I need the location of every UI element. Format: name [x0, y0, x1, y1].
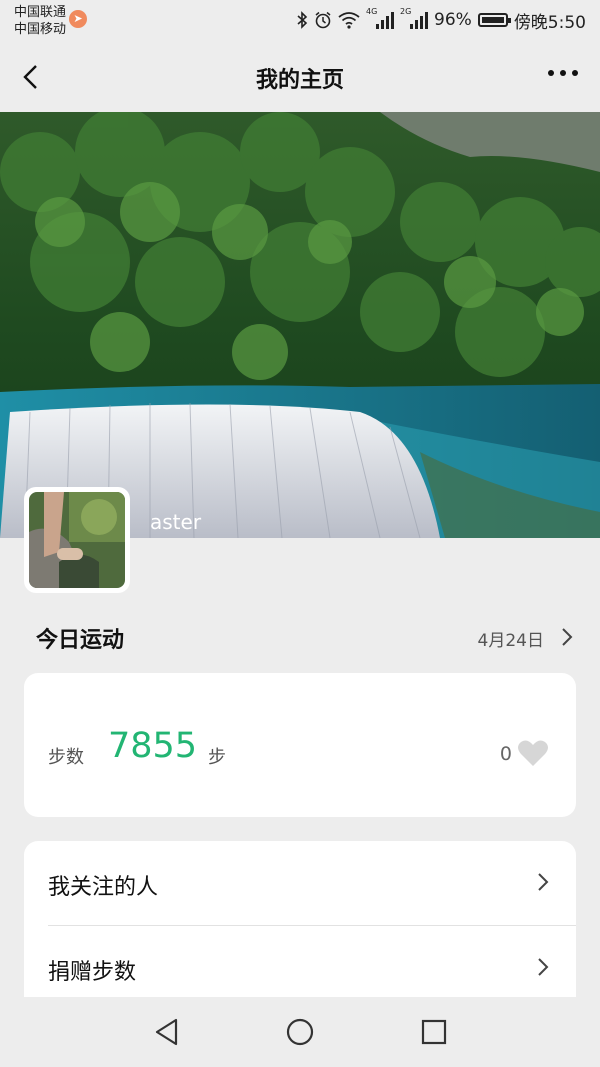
avatar-photo [29, 492, 125, 588]
more-dot-icon [548, 70, 554, 76]
signal-2g-icon: 2G [400, 7, 429, 29]
steps-label: 步数 [48, 747, 84, 768]
nav-home-button[interactable] [285, 1017, 315, 1047]
bluetooth-icon [296, 11, 308, 29]
heart-icon[interactable] [518, 739, 548, 771]
carrier-1: 中国联通 [14, 5, 67, 20]
today-exercise-header[interactable]: 今日运动 4月24日 [24, 618, 576, 658]
telegram-icon: ➤ [69, 10, 87, 28]
carrier-2: 中国移动 [14, 22, 67, 37]
signal-4g-icon: 4G [366, 7, 395, 29]
avatar[interactable] [24, 487, 130, 593]
more-dot-icon [572, 70, 578, 76]
alarm-icon [314, 11, 332, 29]
today-date: 4月24日 [477, 631, 544, 651]
nav-recents-button[interactable] [419, 1017, 449, 1047]
waterfall-photo [0, 112, 600, 538]
battery-icon [477, 13, 511, 27]
steps-unit: 步 [208, 747, 226, 768]
like-count: 0 [499, 743, 512, 765]
today-exercise-title: 今日运动 [36, 628, 125, 653]
list-item-label: 我关注的人 [48, 875, 159, 900]
status-bar: 中国联通 中国移动 ➤ 4G 2G 96% 傍晚5:50 [0, 0, 600, 44]
battery-percent: 96% [434, 10, 472, 30]
cover-image[interactable] [0, 112, 600, 538]
wifi-icon [338, 11, 360, 29]
more-dot-icon [560, 70, 566, 76]
system-nav-bar [0, 997, 600, 1067]
list-item-label: 捐赠步数 [48, 960, 137, 985]
circle-home-icon [286, 1018, 314, 1046]
chevron-right-icon [536, 871, 550, 897]
triangle-back-icon [155, 1018, 178, 1046]
clock: 傍晚5:50 [513, 12, 586, 33]
menu-list: 我关注的人 捐赠步数 [24, 841, 576, 1011]
chevron-right-icon [536, 956, 550, 982]
square-recents-icon [421, 1019, 447, 1045]
steps-value: 7855 [108, 726, 198, 766]
title-bar: 我的主页 [0, 44, 600, 112]
chevron-right-icon [560, 626, 574, 652]
steps-card[interactable]: 步数 7855 步 0 [24, 673, 576, 817]
username: aster [150, 510, 202, 534]
page-title: 我的主页 [255, 68, 344, 93]
nav-back-button[interactable] [152, 1017, 182, 1047]
carrier-info: 中国联通 中国移动 [14, 4, 66, 38]
list-item-following[interactable]: 我关注的人 [24, 841, 576, 925]
status-icons: 4G 2G 96% 傍晚5:50 [296, 7, 586, 33]
more-button[interactable] [548, 70, 578, 76]
